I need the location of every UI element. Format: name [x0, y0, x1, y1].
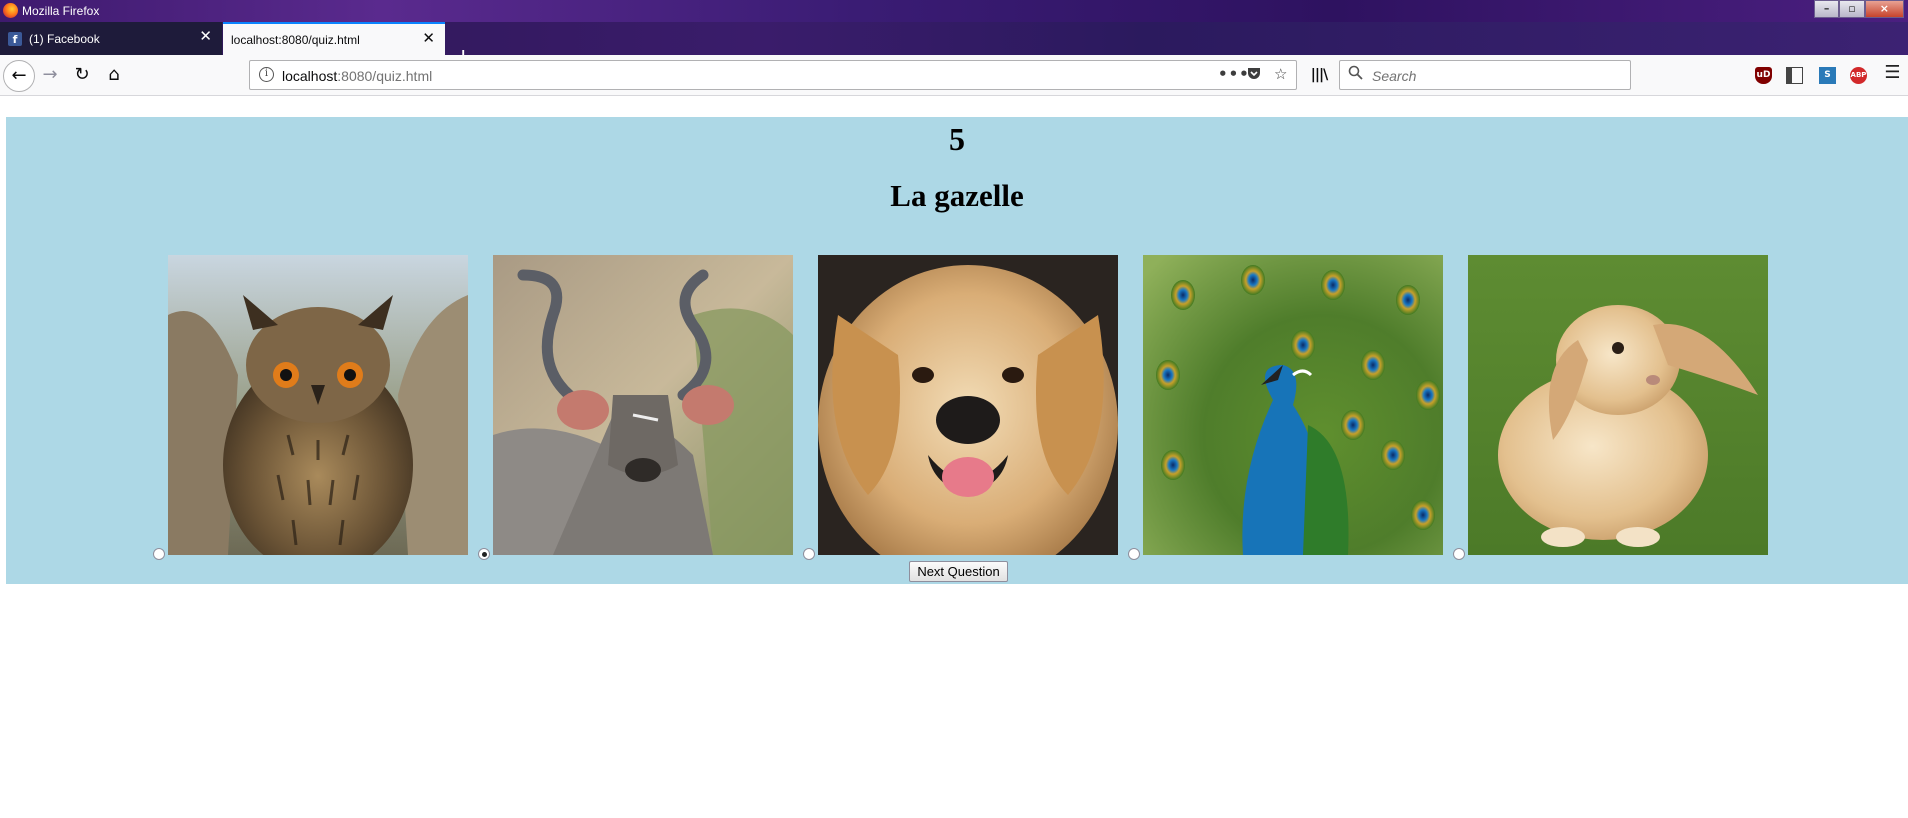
pocket-icon[interactable] [1246, 65, 1262, 85]
peacock-image[interactable] [1143, 255, 1443, 555]
answer-choice-dog[interactable] [803, 255, 1128, 561]
url-path: :8080/quiz.html [337, 68, 433, 84]
answer-radio[interactable] [1453, 548, 1465, 560]
reload-icon: ↻ [74, 64, 90, 85]
window-controls: – ▫ × [1814, 0, 1904, 18]
sidebar-icon[interactable] [1786, 67, 1803, 84]
home-icon: ⌂ [108, 64, 120, 85]
window-title-bar: Mozilla Firefox – ▫ × [0, 0, 1908, 22]
arrow-left-icon: ← [11, 65, 27, 86]
tab-facebook[interactable]: f (1) Facebook ✕ [0, 22, 222, 55]
question-text: La gazelle [890, 178, 1024, 213]
close-tab-icon[interactable]: ✕ [422, 31, 435, 47]
adblock-plus-icon[interactable]: ABP [1850, 67, 1867, 84]
reload-button[interactable]: ↻ [68, 62, 96, 90]
answer-radio-selected[interactable] [478, 548, 490, 560]
facebook-favicon-icon: f [8, 32, 22, 46]
answer-radio[interactable] [803, 548, 815, 560]
home-button[interactable]: ⌂ [100, 62, 128, 90]
page-actions-icon[interactable]: ••• [1218, 65, 1250, 83]
tab-label: localhost:8080/quiz.html [231, 33, 360, 47]
navigation-toolbar: ← → ↻ ⌂ i localhost:8080/quiz.html ••• ☆… [0, 55, 1908, 96]
firefox-logo-icon [3, 3, 18, 18]
search-icon [1348, 65, 1363, 84]
minimize-button[interactable]: – [1814, 0, 1840, 18]
dog-image[interactable] [818, 255, 1118, 555]
url-text[interactable]: localhost:8080/quiz.html [282, 68, 432, 84]
owl-image[interactable] [168, 255, 468, 555]
ublock-icon[interactable]: uD [1755, 67, 1772, 84]
answer-radio[interactable] [1128, 548, 1140, 560]
answer-choice-peacock[interactable] [1128, 255, 1453, 561]
close-tab-icon[interactable]: ✕ [199, 29, 212, 45]
tab-quiz[interactable]: localhost:8080/quiz.html ✕ [223, 22, 445, 55]
back-button[interactable]: ← [3, 60, 35, 92]
window-title: Mozilla Firefox [22, 4, 100, 18]
screenshot-icon[interactable]: S [1819, 67, 1836, 84]
tab-label: (1) Facebook [29, 32, 100, 46]
answer-choice-rabbit[interactable] [1453, 255, 1778, 561]
search-placeholder: Search [1372, 68, 1417, 84]
question-number: 5 [949, 121, 965, 157]
tab-strip: f (1) Facebook ✕ localhost:8080/quiz.htm… [0, 22, 1908, 69]
answer-choice-owl[interactable] [153, 255, 478, 561]
kudu-image[interactable] [493, 255, 793, 555]
url-bar[interactable]: i localhost:8080/quiz.html ••• ☆ [249, 60, 1297, 90]
answer-choice-kudu[interactable] [478, 255, 803, 561]
answer-radio[interactable] [153, 548, 165, 560]
minimize-icon: – [1823, 2, 1830, 15]
next-question-button[interactable]: Next Question [909, 561, 1008, 582]
forward-button[interactable]: → [36, 62, 64, 90]
hamburger-menu-icon[interactable]: ☰ [1884, 64, 1901, 82]
close-window-button[interactable]: × [1864, 0, 1904, 18]
search-box[interactable]: Search [1339, 60, 1631, 90]
url-host: localhost [282, 68, 338, 84]
restore-icon: ▫ [1848, 2, 1856, 15]
rabbit-image[interactable] [1468, 255, 1768, 555]
arrow-right-icon: → [42, 64, 58, 85]
close-icon: × [1879, 2, 1889, 15]
site-info-icon[interactable]: i [259, 67, 274, 82]
bookmark-star-icon[interactable]: ☆ [1274, 65, 1287, 83]
quiz-panel: 5 La gazelle Next Question [6, 117, 1908, 584]
maximize-button[interactable]: ▫ [1839, 0, 1865, 18]
library-icon[interactable]: |||\ [1305, 62, 1333, 90]
